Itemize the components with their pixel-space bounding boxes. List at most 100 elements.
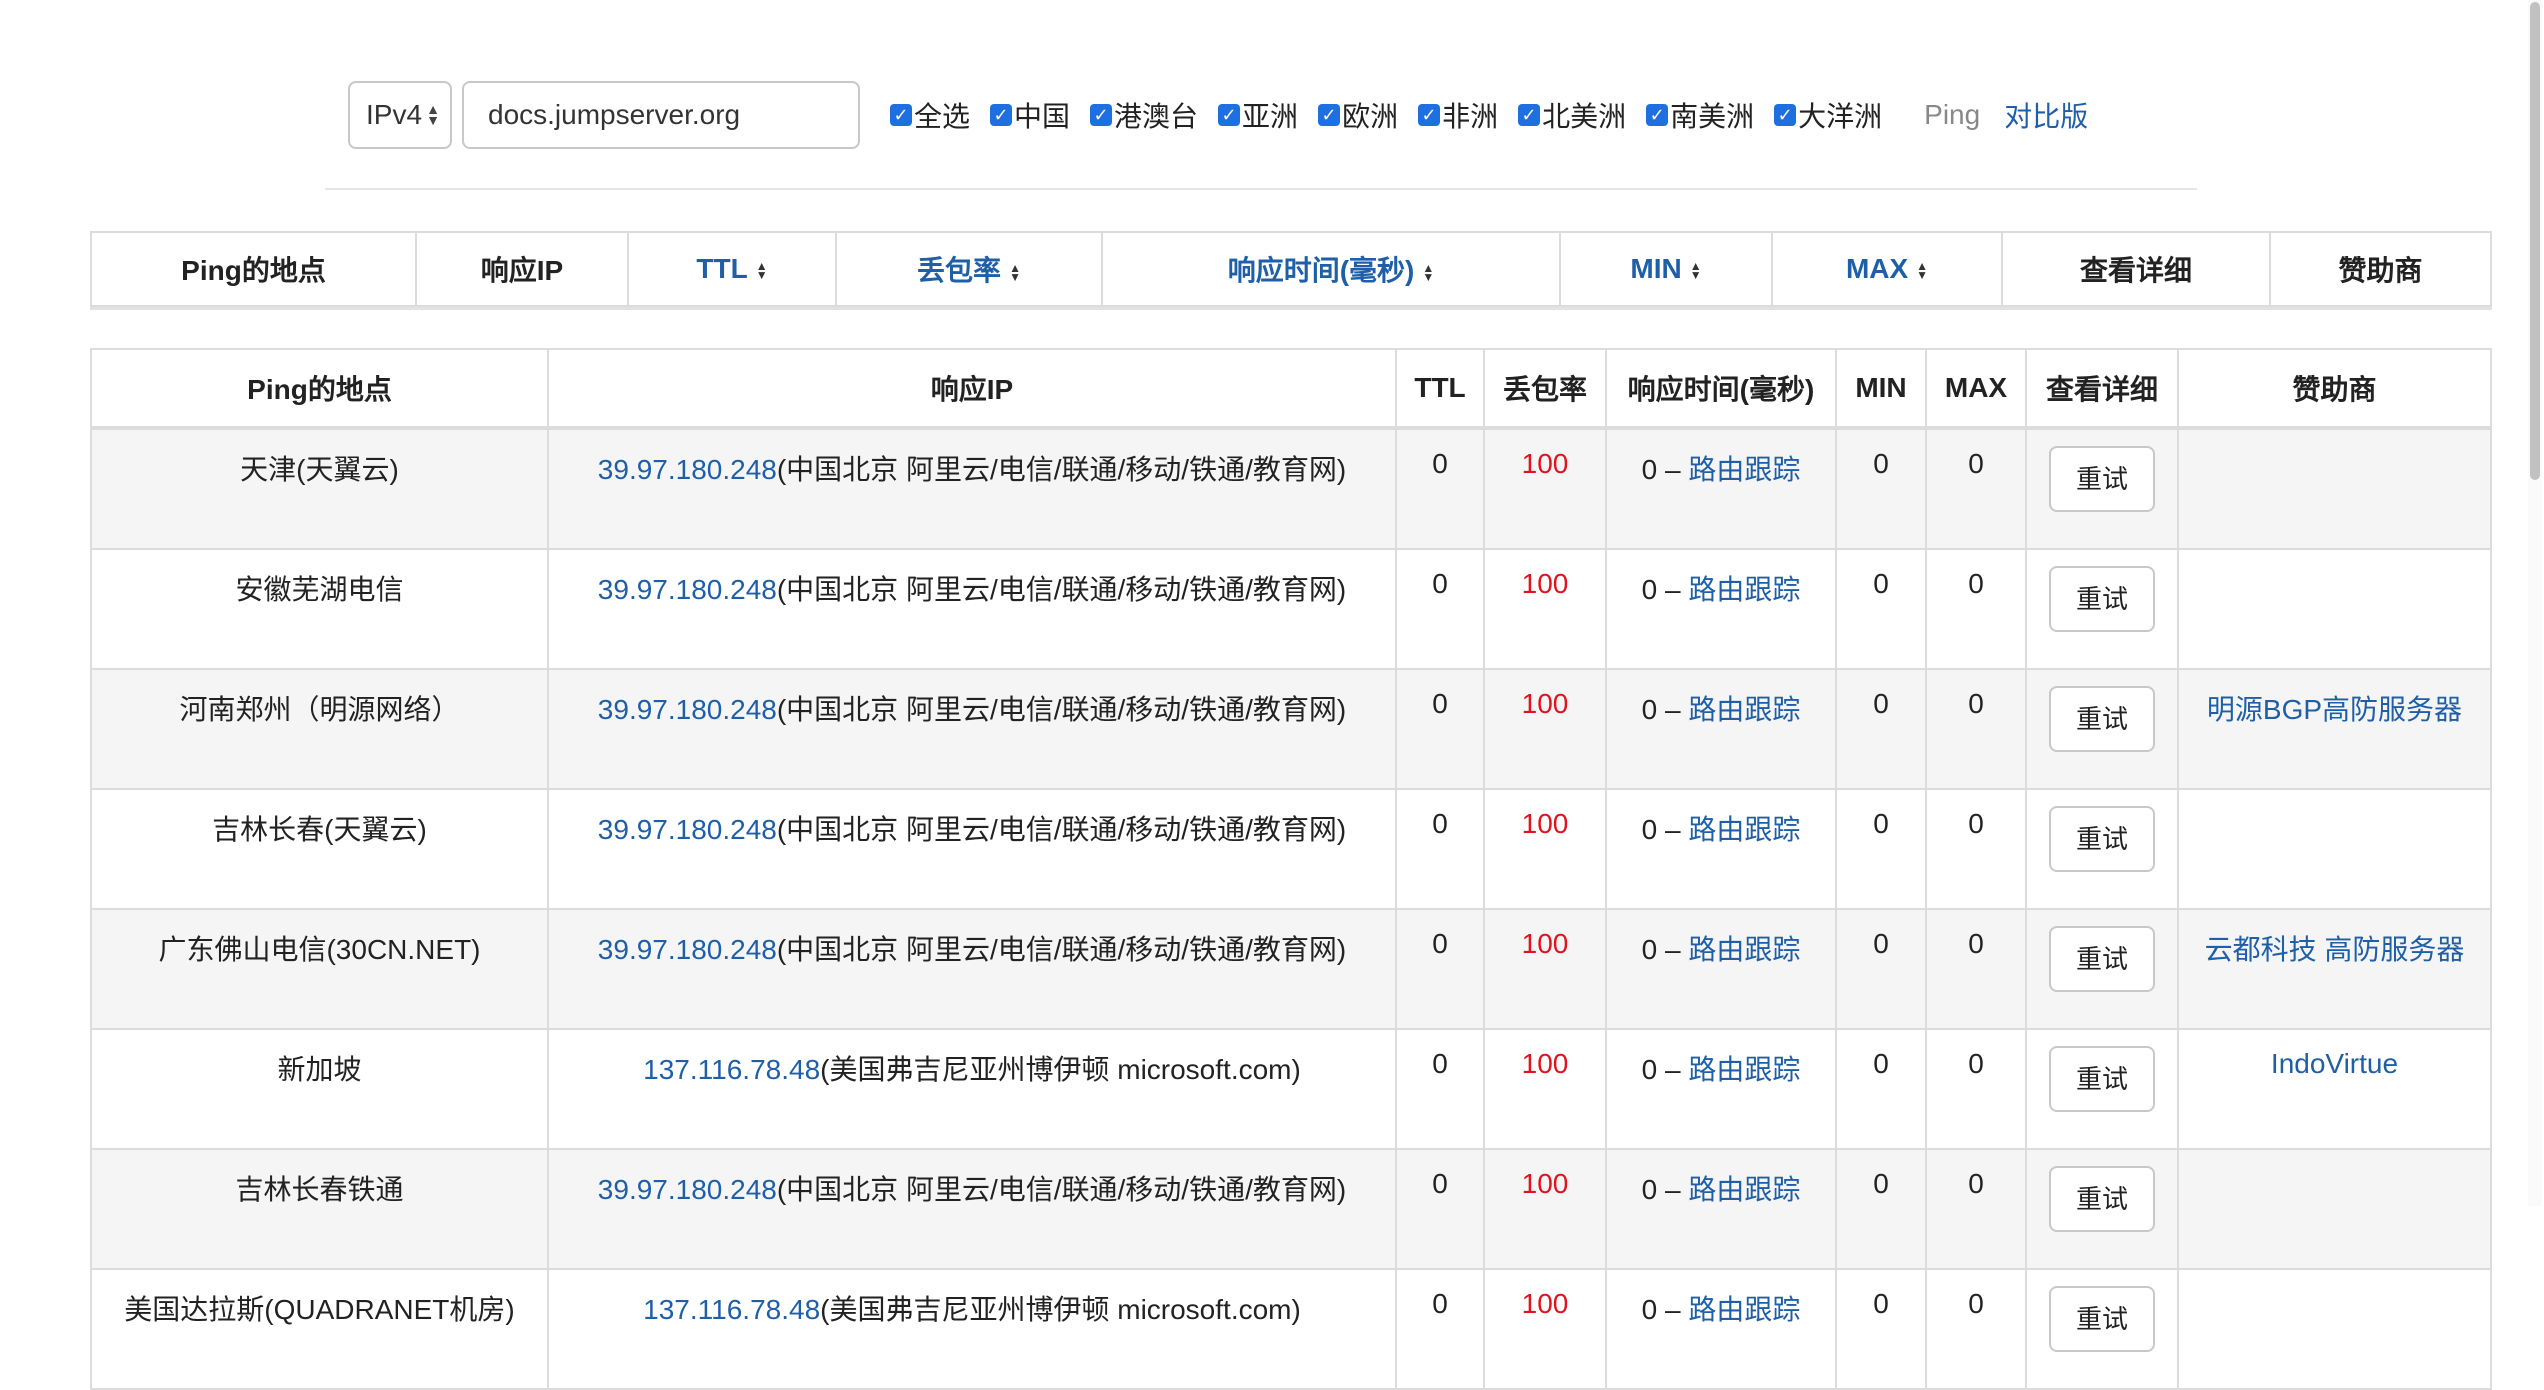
checkbox-check-icon[interactable]: ✓ — [990, 104, 1013, 126]
checkbox-check-icon[interactable]: ✓ — [1418, 104, 1441, 126]
cell-min: 0 — [1835, 908, 1927, 1030]
region-checkbox-label: 南美洲 — [1670, 101, 1755, 132]
trace-route-link[interactable]: 路由跟踪 — [1688, 934, 1800, 965]
cell-response-ip: 39.97.180.248(中国北京 阿里云/电信/联通/移动/铁通/教育网) — [547, 427, 1397, 550]
sponsor-link[interactable]: 云都科技 高防服务器 — [2205, 934, 2465, 965]
cell-max: 0 — [1925, 908, 2027, 1030]
sticky-table-header: Ping的地点 响应IP TTL ▲ ▼ 丢包率 ▲ ▼ 响应时间(毫秒) ▲ ▼ MIN ▲… — [90, 231, 2492, 307]
region-checkbox[interactable]: ✓ 亚洲 — [1218, 95, 1298, 135]
cell-ttl: 0 — [1395, 427, 1485, 550]
trace-route-link[interactable]: 路由跟踪 — [1688, 1294, 1800, 1325]
retry-button[interactable]: 重试 — [2049, 926, 2155, 992]
cell-sponsor — [2177, 427, 2492, 550]
header-max-sort[interactable]: MAX ▲ ▼ — [1771, 231, 2003, 307]
ip-link[interactable]: 39.97.180.248 — [598, 934, 777, 965]
trace-route-link[interactable]: 路由跟踪 — [1688, 694, 1800, 725]
cell-max: 0 — [1925, 788, 2027, 910]
region-checkbox[interactable]: ✓ 欧洲 — [1318, 95, 1398, 135]
col-sponsor: 赞助商 — [2177, 348, 2492, 430]
ip-info: (中国北京 阿里云/电信/联通/移动/铁通/教育网) — [776, 1174, 1347, 1205]
header-loss-sort[interactable]: 丢包率 ▲ ▼ — [835, 231, 1103, 307]
ip-link[interactable]: 39.97.180.248 — [598, 694, 777, 725]
retry-button[interactable]: 重试 — [2049, 446, 2155, 512]
checkbox-check-icon[interactable]: ✓ — [1218, 104, 1241, 126]
table-row: 美国达拉斯(QUADRANET机房) 137.116.78.48(美国弗吉尼亚州博… — [90, 1268, 2492, 1390]
header-details: 查看详细 — [2001, 231, 2271, 307]
cell-sponsor: 云都科技 高防服务器 — [2177, 908, 2492, 1030]
cell-time: 0 – 路由跟踪 — [1605, 548, 1837, 670]
checkbox-check-icon[interactable]: ✓ — [1518, 104, 1541, 126]
region-checkbox[interactable]: ✓ 全选 — [890, 95, 970, 135]
scrollbar-thumb[interactable] — [2530, 2, 2540, 480]
cell-time: 0 – 路由跟踪 — [1605, 788, 1837, 910]
checkbox-check-icon[interactable]: ✓ — [1646, 104, 1669, 126]
region-checkbox[interactable]: ✓ 港澳台 — [1090, 95, 1198, 135]
header-response-ip: 响应IP — [415, 231, 629, 307]
domain-input[interactable] — [462, 81, 860, 149]
checkbox-check-icon[interactable]: ✓ — [890, 104, 912, 126]
region-checkbox[interactable]: ✓ 大洋洲 — [1774, 95, 1882, 135]
sponsor-link[interactable]: 明源BGP高防服务器 — [2207, 694, 2462, 725]
sort-icon: ▲ ▼ — [1916, 258, 1929, 282]
cell-sponsor — [2177, 548, 2492, 670]
cell-max: 0 — [1925, 668, 2027, 790]
region-checkbox[interactable]: ✓ 中国 — [990, 95, 1070, 135]
header-time-sort[interactable]: 响应时间(毫秒) ▲ ▼ — [1101, 231, 1561, 307]
cell-location: 美国达拉斯(QUADRANET机房) — [90, 1268, 549, 1390]
cell-details: 重试 — [2025, 908, 2179, 1030]
cell-details: 重试 — [2025, 1268, 2179, 1390]
trace-route-link[interactable]: 路由跟踪 — [1688, 454, 1800, 485]
col-ttl: TTL — [1395, 348, 1485, 430]
checkbox-check-icon[interactable]: ✓ — [1090, 104, 1113, 126]
compare-version-link[interactable]: 对比版 — [2004, 95, 2088, 135]
cell-response-ip: 39.97.180.248(中国北京 阿里云/电信/联通/移动/铁通/教育网) — [547, 788, 1397, 910]
ip-link[interactable]: 39.97.180.248 — [598, 1174, 777, 1205]
sponsor-link[interactable]: IndoVirtue — [2271, 1048, 2398, 1079]
cell-location: 天津(天翼云) — [90, 427, 549, 550]
ip-info: (美国弗吉尼亚州博伊顿 microsoft.com) — [820, 1054, 1301, 1085]
cell-details: 重试 — [2025, 668, 2179, 790]
trace-route-link[interactable]: 路由跟踪 — [1688, 1054, 1800, 1085]
trace-route-link[interactable]: 路由跟踪 — [1688, 814, 1800, 845]
retry-button[interactable]: 重试 — [2049, 1286, 2155, 1352]
cell-time: 0 – 路由跟踪 — [1605, 1148, 1837, 1270]
cell-response-ip: 39.97.180.248(中国北京 阿里云/电信/联通/移动/铁通/教育网) — [547, 908, 1397, 1030]
cell-max: 0 — [1925, 1148, 2027, 1270]
region-checkbox-label: 港澳台 — [1114, 101, 1199, 132]
region-checkbox[interactable]: ✓ 非洲 — [1418, 95, 1498, 135]
checkbox-check-icon[interactable]: ✓ — [1774, 104, 1797, 126]
cell-max: 0 — [1925, 548, 2027, 670]
ip-version-select[interactable]: IPv4 ▲ ▼ — [348, 81, 452, 149]
retry-button[interactable]: 重试 — [2049, 1046, 2155, 1112]
col-max: MAX — [1925, 348, 2027, 430]
region-checkbox[interactable]: ✓ 南美洲 — [1646, 95, 1754, 135]
cell-loss: 100 — [1483, 908, 1607, 1030]
retry-button[interactable]: 重试 — [2049, 566, 2155, 632]
trace-route-link[interactable]: 路由跟踪 — [1688, 574, 1800, 605]
cell-min: 0 — [1835, 788, 1927, 910]
page-scrollbar[interactable] — [2528, 0, 2542, 1206]
ip-link[interactable]: 137.116.78.48 — [643, 1294, 820, 1325]
trace-route-link[interactable]: 路由跟踪 — [1688, 1174, 1800, 1205]
cell-loss: 100 — [1483, 1268, 1607, 1390]
table-row: 安徽芜湖电信 39.97.180.248(中国北京 阿里云/电信/联通/移动/铁通… — [90, 548, 2492, 670]
region-checkbox[interactable]: ✓ 北美洲 — [1518, 95, 1626, 135]
ip-link[interactable]: 39.97.180.248 — [598, 814, 777, 845]
ip-link[interactable]: 39.97.180.248 — [598, 454, 777, 485]
ip-info: (中国北京 阿里云/电信/联通/移动/铁通/教育网) — [776, 454, 1347, 485]
checkbox-check-icon[interactable]: ✓ — [1318, 104, 1341, 126]
retry-button[interactable]: 重试 — [2049, 686, 2155, 752]
ip-link[interactable]: 137.116.78.48 — [643, 1054, 820, 1085]
header-sponsor: 赞助商 — [2269, 231, 2492, 307]
header-ttl-sort[interactable]: TTL ▲ ▼ — [627, 231, 837, 307]
header-min-sort[interactable]: MIN ▲ ▼ — [1559, 231, 1773, 307]
cell-sponsor — [2177, 1268, 2492, 1390]
retry-button[interactable]: 重试 — [2049, 1166, 2155, 1232]
sort-icon: ▲ ▼ — [1422, 260, 1435, 284]
cell-min: 0 — [1835, 548, 1927, 670]
table-row: 新加坡 137.116.78.48(美国弗吉尼亚州博伊顿 microsoft.co… — [90, 1028, 2492, 1150]
retry-button[interactable]: 重试 — [2049, 806, 2155, 872]
table-row: 吉林长春(天翼云) 39.97.180.248(中国北京 阿里云/电信/联通/移动… — [90, 788, 2492, 910]
ip-link[interactable]: 39.97.180.248 — [598, 574, 777, 605]
cell-location: 广东佛山电信(30CN.NET) — [90, 908, 549, 1030]
